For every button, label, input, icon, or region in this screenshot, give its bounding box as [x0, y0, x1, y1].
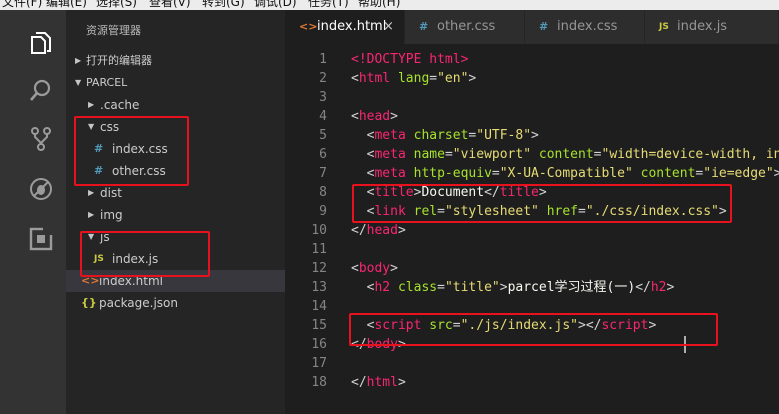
- line-number: 15: [311, 318, 327, 333]
- menu-item[interactable]: 帮助(H): [358, 0, 400, 9]
- json-file-icon: {}: [81, 296, 97, 309]
- line-number: 4: [319, 109, 327, 124]
- tab-label: other.css: [437, 19, 496, 34]
- file-type-icon: #: [539, 20, 549, 33]
- files-icon[interactable]: [28, 30, 54, 56]
- line-number: 8: [319, 185, 327, 200]
- line-number: 9: [319, 204, 327, 219]
- tab-label: index.html: [317, 19, 387, 34]
- menu-item[interactable]: 任务(T): [308, 0, 349, 9]
- explorer-sidebar: 资源管理器 ▶ 打开的编辑器 ▼ PARCEL ▶ .cache ▼ css # inde…: [66, 10, 285, 414]
- code-line: <head>: [351, 109, 398, 124]
- highlight-box-script-tag: [349, 313, 718, 346]
- activity-bar: [0, 10, 66, 414]
- project-label: PARCEL: [86, 76, 128, 89]
- menu-item[interactable]: 编辑(E): [46, 0, 87, 9]
- tab-index-js[interactable]: JS index.js: [645, 10, 779, 44]
- open-editors-section[interactable]: ▶ 打开的编辑器: [66, 50, 285, 72]
- line-number: 1: [319, 52, 327, 67]
- line-number: 14: [311, 299, 327, 314]
- highlight-box-js-folder: [80, 231, 210, 277]
- file-type-icon: JS: [659, 22, 669, 32]
- tab-index-html[interactable]: <> index.html ×: [285, 10, 405, 44]
- code-line: <meta name="viewport" content="width=dev…: [351, 147, 779, 162]
- menu-item[interactable]: 转到(G): [202, 0, 245, 9]
- code-line: <html lang="en">: [351, 71, 477, 86]
- code-line: <meta charset="UTF-8">: [351, 128, 539, 143]
- menu-bar: 文件(F) 编辑(E) 选择(S) 查看(V) 转到(G) 调试(D) 任务(T) 帮助(H): [0, 0, 779, 10]
- code-line: </head>: [351, 223, 406, 238]
- menu-item[interactable]: 查看(V): [149, 0, 191, 9]
- tab-label: index.css: [557, 19, 618, 34]
- tab-label: index.js: [677, 19, 728, 34]
- line-number: 5: [319, 128, 327, 143]
- menu-item[interactable]: 文件(F): [2, 0, 42, 9]
- file-tree-item[interactable]: {} package.json: [66, 292, 285, 314]
- explorer-title: 资源管理器: [86, 24, 141, 37]
- highlight-box-css-folder: [74, 116, 189, 186]
- code-line: <meta http-equiv="X-UA-Compatible" conte…: [351, 166, 779, 181]
- highlight-box-link-tag: [352, 184, 732, 223]
- chevron-down-icon: ▼: [75, 78, 82, 87]
- chevron-right-icon: ▶: [88, 210, 95, 219]
- line-number: 7: [319, 166, 327, 181]
- chevron-right-icon: ▶: [88, 100, 95, 109]
- code-line: <!DOCTYPE html>: [351, 52, 469, 67]
- chevron-right-icon: ▶: [75, 56, 82, 65]
- line-number: 10: [311, 223, 327, 238]
- file-type-icon: #: [419, 20, 429, 33]
- file-type-icon: <>: [299, 20, 318, 33]
- file-tree-item[interactable]: ▶ .cache: [66, 94, 285, 116]
- line-number: 16: [311, 337, 327, 352]
- line-number: 3: [319, 90, 327, 105]
- line-number: 17: [311, 356, 327, 371]
- search-icon[interactable]: [28, 78, 54, 104]
- code-line: </html>: [351, 375, 406, 390]
- tab-index-css[interactable]: # index.css: [525, 10, 645, 44]
- line-number: 18: [311, 375, 327, 390]
- line-number: 12: [311, 261, 327, 276]
- open-editors-label: 打开的编辑器: [86, 54, 152, 67]
- file-tree-label: .cache: [100, 98, 140, 112]
- line-number: 6: [319, 147, 327, 162]
- line-number: 11: [311, 242, 327, 257]
- menu-item[interactable]: 调试(D): [254, 0, 297, 9]
- file-tree-item[interactable]: ▶ img: [66, 204, 285, 226]
- debug-icon[interactable]: [28, 176, 54, 202]
- code-line: <h2 class="title">parcel学习过程(一)</h2>: [351, 280, 675, 295]
- line-number: 13: [311, 280, 327, 295]
- extensions-icon[interactable]: [28, 226, 54, 252]
- file-tree-label: package.json: [99, 296, 179, 310]
- file-tree-label: img: [100, 208, 123, 222]
- tab-bar: <> index.html × # other.css # index.css JS index…: [285, 10, 779, 44]
- line-number: 2: [319, 71, 327, 86]
- code-line: <body>: [351, 261, 398, 276]
- source-control-icon[interactable]: [28, 126, 54, 152]
- code-editor[interactable]: 1 <!DOCTYPE html> 2 <html lang="en"> 3 4 <head…: [285, 44, 779, 414]
- close-icon[interactable]: ×: [383, 10, 394, 44]
- tab-other-css[interactable]: # other.css: [405, 10, 525, 44]
- project-section[interactable]: ▼ PARCEL: [66, 72, 285, 94]
- menu-item[interactable]: 选择(S): [96, 0, 137, 9]
